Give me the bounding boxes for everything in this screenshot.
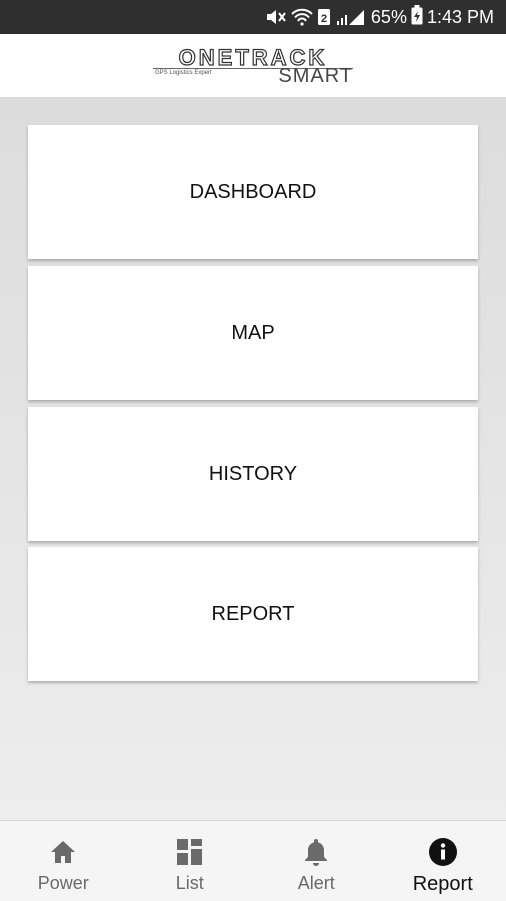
menu-item-label: DASHBOARD [190,181,317,204]
nav-item-list[interactable]: List [127,821,254,901]
nav-label: Power [38,873,89,894]
home-icon [49,837,77,867]
nav-label: List [176,873,204,894]
mute-icon [265,8,287,26]
nav-item-alert[interactable]: Alert [253,821,380,901]
menu-item-history[interactable]: HISTORY [28,407,478,541]
menu-item-report[interactable]: REPORT [28,547,478,681]
battery-icon [411,5,423,30]
menu-item-label: REPORT [212,603,295,626]
status-bar: 2 65% 1:43 PM [0,0,506,34]
logo-tagline: GPS Logistics Expert [155,70,212,76]
menu-item-dashboard[interactable]: DASHBOARD [28,125,478,259]
app-header: ONETRACK GPS Logistics Expert SMART [0,34,506,97]
logo-sub-brand: SMART [278,65,353,88]
info-icon [428,837,458,867]
sim-2-icon: 2 [317,8,331,26]
nav-label: Alert [298,873,335,894]
main-menu: DASHBOARD MAP HISTORY REPORT [0,97,506,820]
status-time: 1:43 PM [427,7,494,28]
bottom-nav: Power List Alert Report [0,820,506,901]
grid-icon [176,837,204,867]
nav-item-report[interactable]: Report [380,821,506,901]
nav-item-power[interactable]: Power [0,821,127,901]
status-icons: 2 [265,8,365,26]
menu-item-label: MAP [231,322,274,345]
bell-icon [303,837,329,867]
svg-text:2: 2 [321,13,327,25]
battery-percent: 65% [371,7,407,28]
nav-label: Report [413,873,473,896]
menu-item-map[interactable]: MAP [28,266,478,400]
menu-item-label: HISTORY [209,463,297,486]
app-logo: ONETRACK GPS Logistics Expert SMART [153,43,353,89]
wifi-icon [291,8,313,26]
signal-icon [335,8,365,26]
